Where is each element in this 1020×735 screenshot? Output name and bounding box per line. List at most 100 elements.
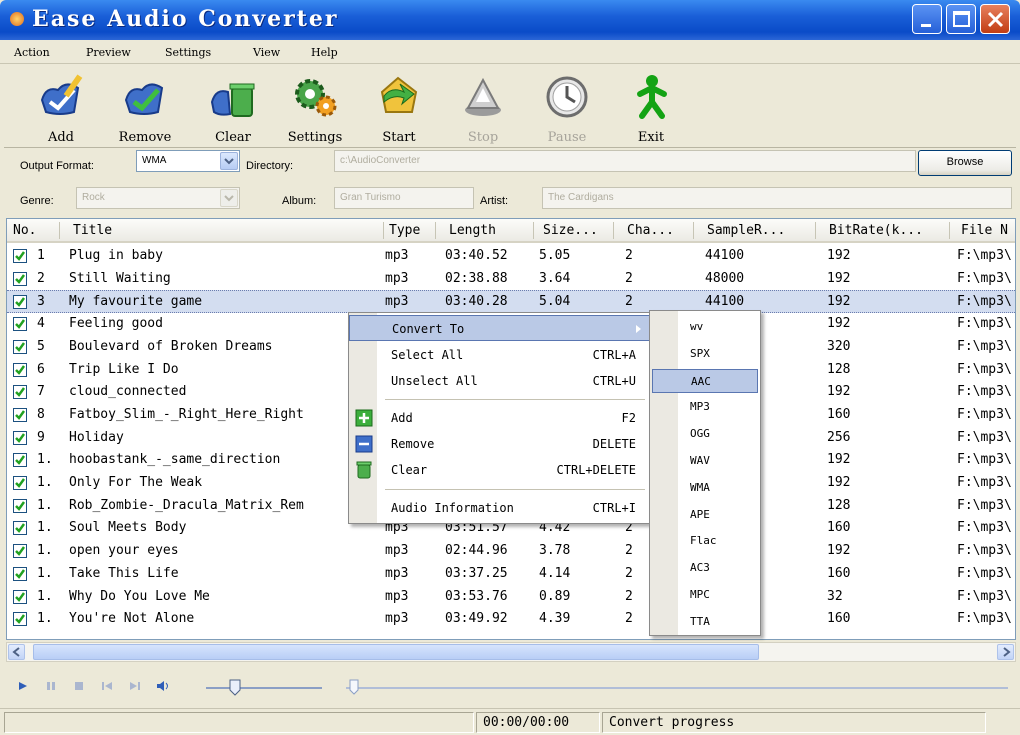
row-checkbox[interactable]: [13, 295, 27, 310]
submenu-item-mpc[interactable]: MPC: [652, 583, 758, 607]
row-checkbox[interactable]: [13, 339, 27, 354]
seek-slider[interactable]: [342, 676, 1012, 698]
table-row[interactable]: 1. Why Do You Love Me mp3 03:53.76 0.89 2 32 F:…: [7, 586, 1015, 609]
cell-no: 1.: [37, 452, 53, 468]
menu-item-unselect-all[interactable]: Unselect All CTRL+U: [349, 368, 650, 394]
menu-item-clear[interactable]: Clear CTRL+DELETE: [349, 457, 650, 483]
table-row[interactable]: 1. open your eyes mp3 02:44.96 3.78 2 192 F:\mp…: [7, 540, 1015, 563]
submenu-item-wma[interactable]: WMA: [652, 476, 758, 500]
row-checkbox[interactable]: [13, 612, 27, 627]
player-stop-button[interactable]: [66, 677, 92, 695]
volume-button[interactable]: [150, 677, 176, 695]
genre-select[interactable]: Rock: [76, 187, 240, 209]
submenu-item-tta[interactable]: TTA: [652, 610, 758, 634]
remove-button[interactable]: Remove: [110, 72, 180, 146]
exit-button[interactable]: Exit: [616, 72, 686, 146]
table-row[interactable]: 1. You're Not Alone mp3 03:49.92 4.39 2 160 F:\…: [7, 608, 1015, 631]
row-checkbox[interactable]: [13, 589, 27, 604]
table-row[interactable]: 1. Take This Life mp3 03:37.25 4.14 2 160 F:\mp…: [7, 563, 1015, 586]
checkmark-icon: [15, 523, 26, 534]
table-row[interactable]: 3 My favourite game mp3 03:40.28 5.04 2 44100 1…: [7, 290, 1015, 314]
scroll-thumb[interactable]: [33, 644, 759, 660]
menu-settings[interactable]: Settings: [165, 46, 211, 59]
column-bitrate[interactable]: BitRate(k...: [829, 223, 923, 238]
menu-item-select-all[interactable]: Select All CTRL+A: [349, 342, 650, 368]
row-checkbox[interactable]: [13, 362, 27, 377]
menu-preview[interactable]: Preview: [86, 46, 131, 59]
menu-help[interactable]: Help: [311, 46, 338, 59]
menu-action[interactable]: Action: [14, 46, 50, 59]
column-type[interactable]: Type: [389, 223, 420, 238]
play-button[interactable]: [10, 677, 36, 695]
row-checkbox[interactable]: [13, 317, 27, 332]
menu-item-audio-information[interactable]: Audio Information CTRL+I: [349, 495, 650, 521]
table-row[interactable]: 2 Still Waiting mp3 02:38.88 3.64 2 48000 192 F:…: [7, 268, 1015, 291]
column-size[interactable]: Size...: [543, 223, 598, 238]
submenu-item-ogg[interactable]: OGG: [652, 422, 758, 446]
cell-ch: 2: [625, 611, 633, 627]
output-format-dropdown-button[interactable]: [220, 152, 238, 170]
row-checkbox[interactable]: [13, 498, 27, 513]
menu-item-shortcut: CTRL+U: [592, 374, 636, 388]
browse-button[interactable]: Browse: [918, 150, 1012, 176]
album-field[interactable]: Gran Turismo: [334, 187, 474, 209]
column-length[interactable]: Length: [449, 223, 496, 238]
cell-length: 03:40.52: [445, 248, 508, 263]
cell-ch: 2: [625, 294, 633, 310]
stop-button[interactable]: Stop: [448, 72, 518, 146]
minimize-button[interactable]: [912, 4, 942, 34]
start-button[interactable]: Start: [364, 72, 434, 146]
previous-button[interactable]: [94, 677, 120, 695]
artist-field[interactable]: The Cardigans: [542, 187, 1012, 209]
player-pause-button[interactable]: [38, 677, 64, 695]
cell-no: 9: [37, 429, 45, 445]
volume-slider[interactable]: [202, 676, 342, 698]
row-checkbox[interactable]: [13, 407, 27, 422]
column-title[interactable]: Title: [73, 223, 112, 238]
scroll-right-button[interactable]: [997, 644, 1014, 660]
pause-button[interactable]: Pause: [532, 72, 602, 146]
row-checkbox[interactable]: [13, 385, 27, 400]
close-button[interactable]: [980, 4, 1010, 34]
menu-item-convert-to[interactable]: Convert To: [349, 315, 650, 341]
submenu-item-spx[interactable]: SPX: [652, 342, 758, 366]
submenu-item-wav[interactable]: WAV: [652, 449, 758, 473]
settings-button[interactable]: Settings: [280, 72, 350, 146]
submenu-item-mp3[interactable]: MP3: [652, 395, 758, 419]
menu-view[interactable]: View: [253, 46, 280, 59]
add-button[interactable]: Add: [26, 72, 96, 146]
menu-item-add[interactable]: Add F2: [349, 405, 650, 431]
directory-field[interactable]: c:\AudioConverter: [334, 150, 916, 172]
submenu-item-flac[interactable]: Flac: [652, 529, 758, 553]
output-format-select[interactable]: WMA: [136, 150, 240, 172]
genre-dropdown-button[interactable]: [220, 189, 238, 207]
maximize-button[interactable]: [946, 4, 976, 34]
submenu-item-ape[interactable]: APE: [652, 503, 758, 527]
menu-item-remove[interactable]: Remove DELETE: [349, 431, 650, 457]
table-row[interactable]: 1 Plug in baby mp3 03:40.52 5.05 2 44100 192 F:\…: [7, 245, 1015, 268]
scroll-left-button[interactable]: [8, 644, 25, 660]
row-checkbox[interactable]: [13, 249, 27, 263]
cell-title: Only For The Weak: [69, 475, 203, 490]
column-channels[interactable]: Cha...: [627, 223, 674, 238]
row-checkbox[interactable]: [13, 476, 27, 490]
column-no[interactable]: No.: [13, 223, 36, 238]
row-checkbox[interactable]: [13, 521, 27, 536]
row-checkbox[interactable]: [13, 430, 27, 445]
row-checkbox[interactable]: [13, 544, 27, 559]
submenu-item-ac3[interactable]: AC3: [652, 556, 758, 580]
genre-value: Rock: [82, 192, 105, 203]
previous-icon: [102, 682, 112, 690]
row-checkbox[interactable]: [13, 566, 27, 581]
clear-button[interactable]: Clear: [198, 72, 268, 146]
column-samplerate[interactable]: SampleR...: [707, 223, 785, 238]
row-checkbox[interactable]: [13, 271, 27, 286]
column-filename[interactable]: File N: [961, 223, 1008, 238]
cell-br: 128: [827, 361, 851, 377]
next-button[interactable]: [122, 677, 148, 695]
submenu-item-aac[interactable]: AAC: [652, 368, 758, 393]
submenu-item-wv[interactable]: wv: [652, 315, 758, 339]
horizontal-scrollbar[interactable]: [6, 642, 1016, 662]
cell-br: 192: [827, 294, 851, 310]
row-checkbox[interactable]: [13, 453, 27, 468]
